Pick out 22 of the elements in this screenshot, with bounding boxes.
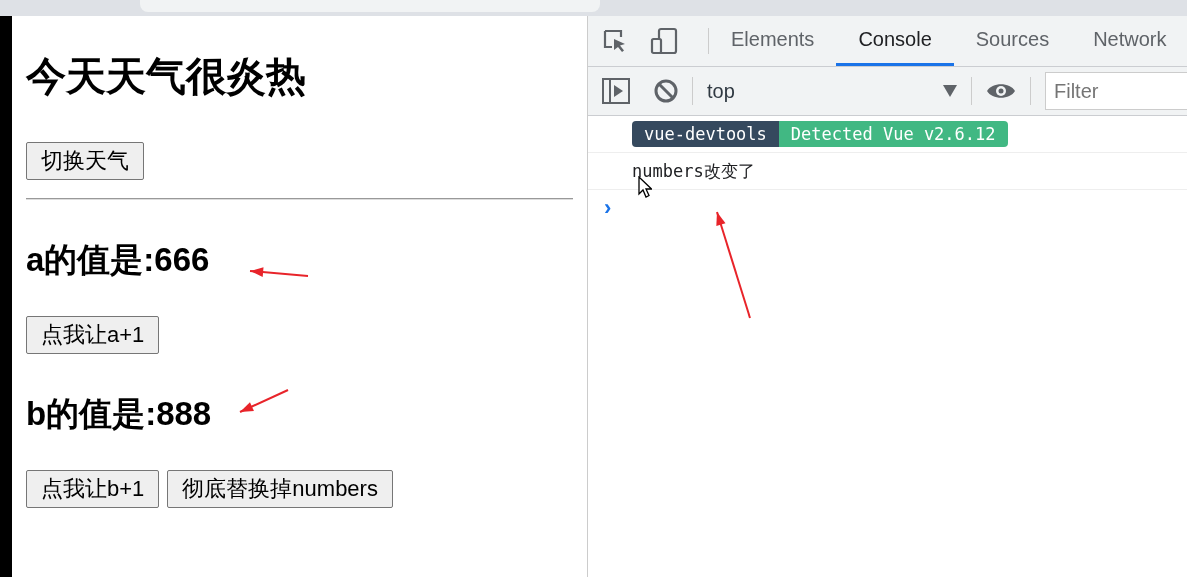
mouse-cursor-icon [638, 176, 652, 198]
devtools-tab[interactable]: Sources [953, 16, 1072, 66]
filter-field[interactable]: Filter [1045, 72, 1187, 110]
vue-devtools-badge: vue-devtools [632, 121, 779, 147]
value-heading: a的值是:666 [26, 242, 210, 278]
context-dropdown[interactable]: top [707, 79, 957, 103]
sidebar-toggle-icon[interactable] [602, 78, 630, 104]
detected-vue-badge: Detected Vue v2.6.12 [778, 121, 1008, 147]
switch-weather-button[interactable]: 切换天气 [26, 142, 144, 180]
eye-icon[interactable] [986, 81, 1016, 101]
increment-button[interactable]: 点我让a+1 [26, 316, 160, 354]
caret-icon [943, 85, 957, 97]
devtools-tab[interactable]: Elements [709, 16, 837, 66]
clear-icon[interactable] [654, 79, 678, 103]
value-heading: b的值是:888 [26, 396, 212, 432]
increment-button[interactable]: 彻底替换掉numbers [167, 470, 393, 508]
devtools-tab[interactable]: Network [1071, 16, 1187, 66]
console-prompt[interactable]: › [588, 195, 612, 220]
page-heading: 今天天气很炎热 [26, 54, 307, 98]
increment-button[interactable]: 点我让b+1 [26, 470, 160, 508]
device-icon[interactable] [650, 27, 678, 55]
console-log-message: numbers改变了 [632, 159, 755, 183]
